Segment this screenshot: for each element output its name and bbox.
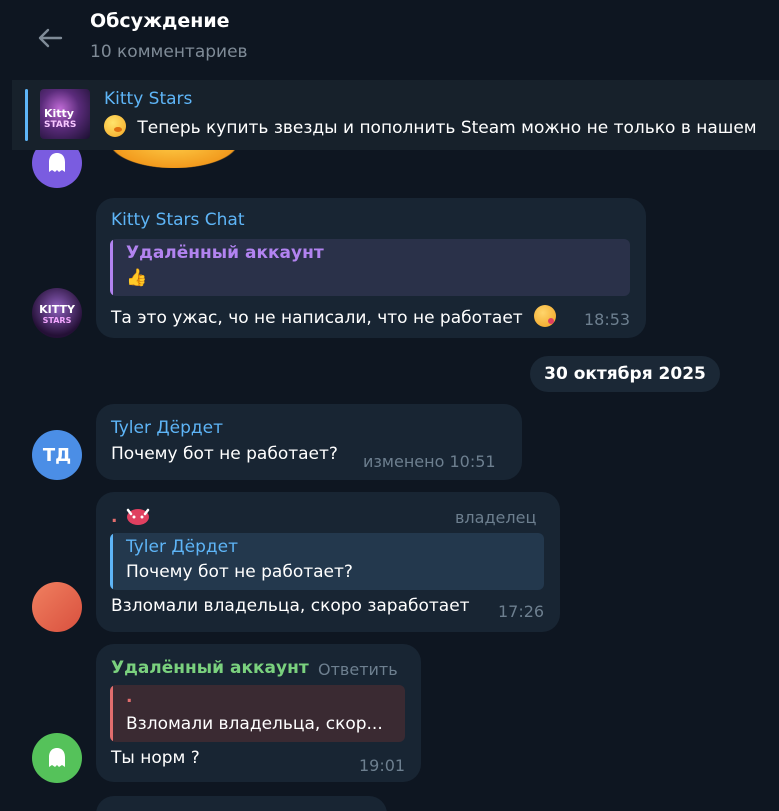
- reply-action[interactable]: Ответить: [318, 660, 398, 679]
- ghost-icon: [49, 153, 65, 172]
- message-time: 19:01: [359, 756, 406, 775]
- reply-quote[interactable]: Tyler Дёрдет Почему бот не работает?: [110, 533, 544, 590]
- avatar[interactable]: [32, 733, 82, 783]
- back-button[interactable]: [30, 20, 70, 56]
- message-bubble[interactable]: Kitty Stars Chat Удалённый аккаунт 👍 Та …: [96, 198, 646, 338]
- pinned-preview: Теперь купить звезды и пополнить Steam м…: [104, 115, 757, 138]
- message-bubble[interactable]: . владелец Tyler Дёрдет Почему бот не ра…: [96, 492, 560, 632]
- avatar-logo-subtext: STARS: [42, 316, 72, 325]
- reply-author: Удалённый аккаунт: [126, 243, 324, 263]
- chat-header: Обсуждение 10 комментариев: [0, 0, 779, 80]
- avatar[interactable]: ТД: [32, 430, 82, 480]
- message-time: 18:53: [584, 310, 631, 329]
- message-text: Та это ужас, чо не написали, что не рабо…: [111, 308, 523, 328]
- devil-emoji-icon: [127, 508, 150, 525]
- date-separator: 30 октября 2025: [530, 356, 720, 392]
- emoji-icon: [534, 305, 557, 327]
- message-time: изменено 10:51: [363, 452, 496, 471]
- pinned-message[interactable]: Kitty STARS Kitty Stars Теперь купить зв…: [12, 80, 779, 150]
- avatar[interactable]: KITTY STARS: [32, 288, 82, 338]
- avatar-initials: ТД: [42, 444, 72, 466]
- pinned-channel-name: Kitty Stars: [104, 89, 193, 109]
- reply-quote[interactable]: Удалённый аккаунт 👍: [110, 239, 630, 296]
- page-title: Обсуждение: [90, 10, 230, 32]
- reply-text: 👍: [126, 268, 148, 288]
- message-text: Почему бот не работает?: [111, 444, 338, 464]
- message-author[interactable]: Удалённый аккаунт: [111, 658, 309, 678]
- reply-author: .: [126, 687, 133, 707]
- comment-count: 10 комментариев: [90, 42, 248, 62]
- owner-badge: владелец: [455, 508, 537, 527]
- reply-quote[interactable]: . Взломали владельца, скор...: [110, 685, 405, 742]
- thumbnail-logo-text: Kitty: [44, 107, 74, 120]
- avatar-logo-text: KITTY: [39, 303, 75, 316]
- message-bubble[interactable]: [96, 796, 387, 811]
- ghost-icon: [49, 748, 65, 767]
- reply-author: Tyler Дёрдет: [126, 537, 239, 557]
- thumbnail-logo-subtext: STARS: [44, 120, 77, 130]
- message-author[interactable]: .: [111, 504, 151, 527]
- reply-text: Почему бот не работает?: [126, 562, 353, 582]
- message-author[interactable]: Tyler Дёрдет: [111, 418, 223, 438]
- message-author[interactable]: Kitty Stars Chat: [111, 210, 245, 230]
- arrow-left-icon: [38, 28, 63, 48]
- emoji-icon: [104, 115, 126, 137]
- message-text: Ты норм ?: [111, 748, 200, 768]
- message-time: 17:26: [498, 602, 545, 621]
- message-bubble[interactable]: Удалённый аккаунт Ответить . Взломали вл…: [96, 644, 421, 782]
- pinned-thumbnail: Kitty STARS: [40, 89, 90, 139]
- avatar[interactable]: [32, 582, 82, 632]
- reply-text: Взломали владельца, скор...: [126, 714, 383, 734]
- pinned-text: Теперь купить звезды и пополнить Steam м…: [137, 118, 757, 138]
- message-content: Та это ужас, чо не написали, что не рабо…: [111, 305, 557, 328]
- message-bubble[interactable]: Tyler Дёрдет Почему бот не работает? изм…: [96, 404, 522, 480]
- author-name: .: [111, 507, 118, 527]
- pinned-indicator: [25, 89, 28, 141]
- message-text: Взломали владельца, скоро заработает: [111, 596, 470, 616]
